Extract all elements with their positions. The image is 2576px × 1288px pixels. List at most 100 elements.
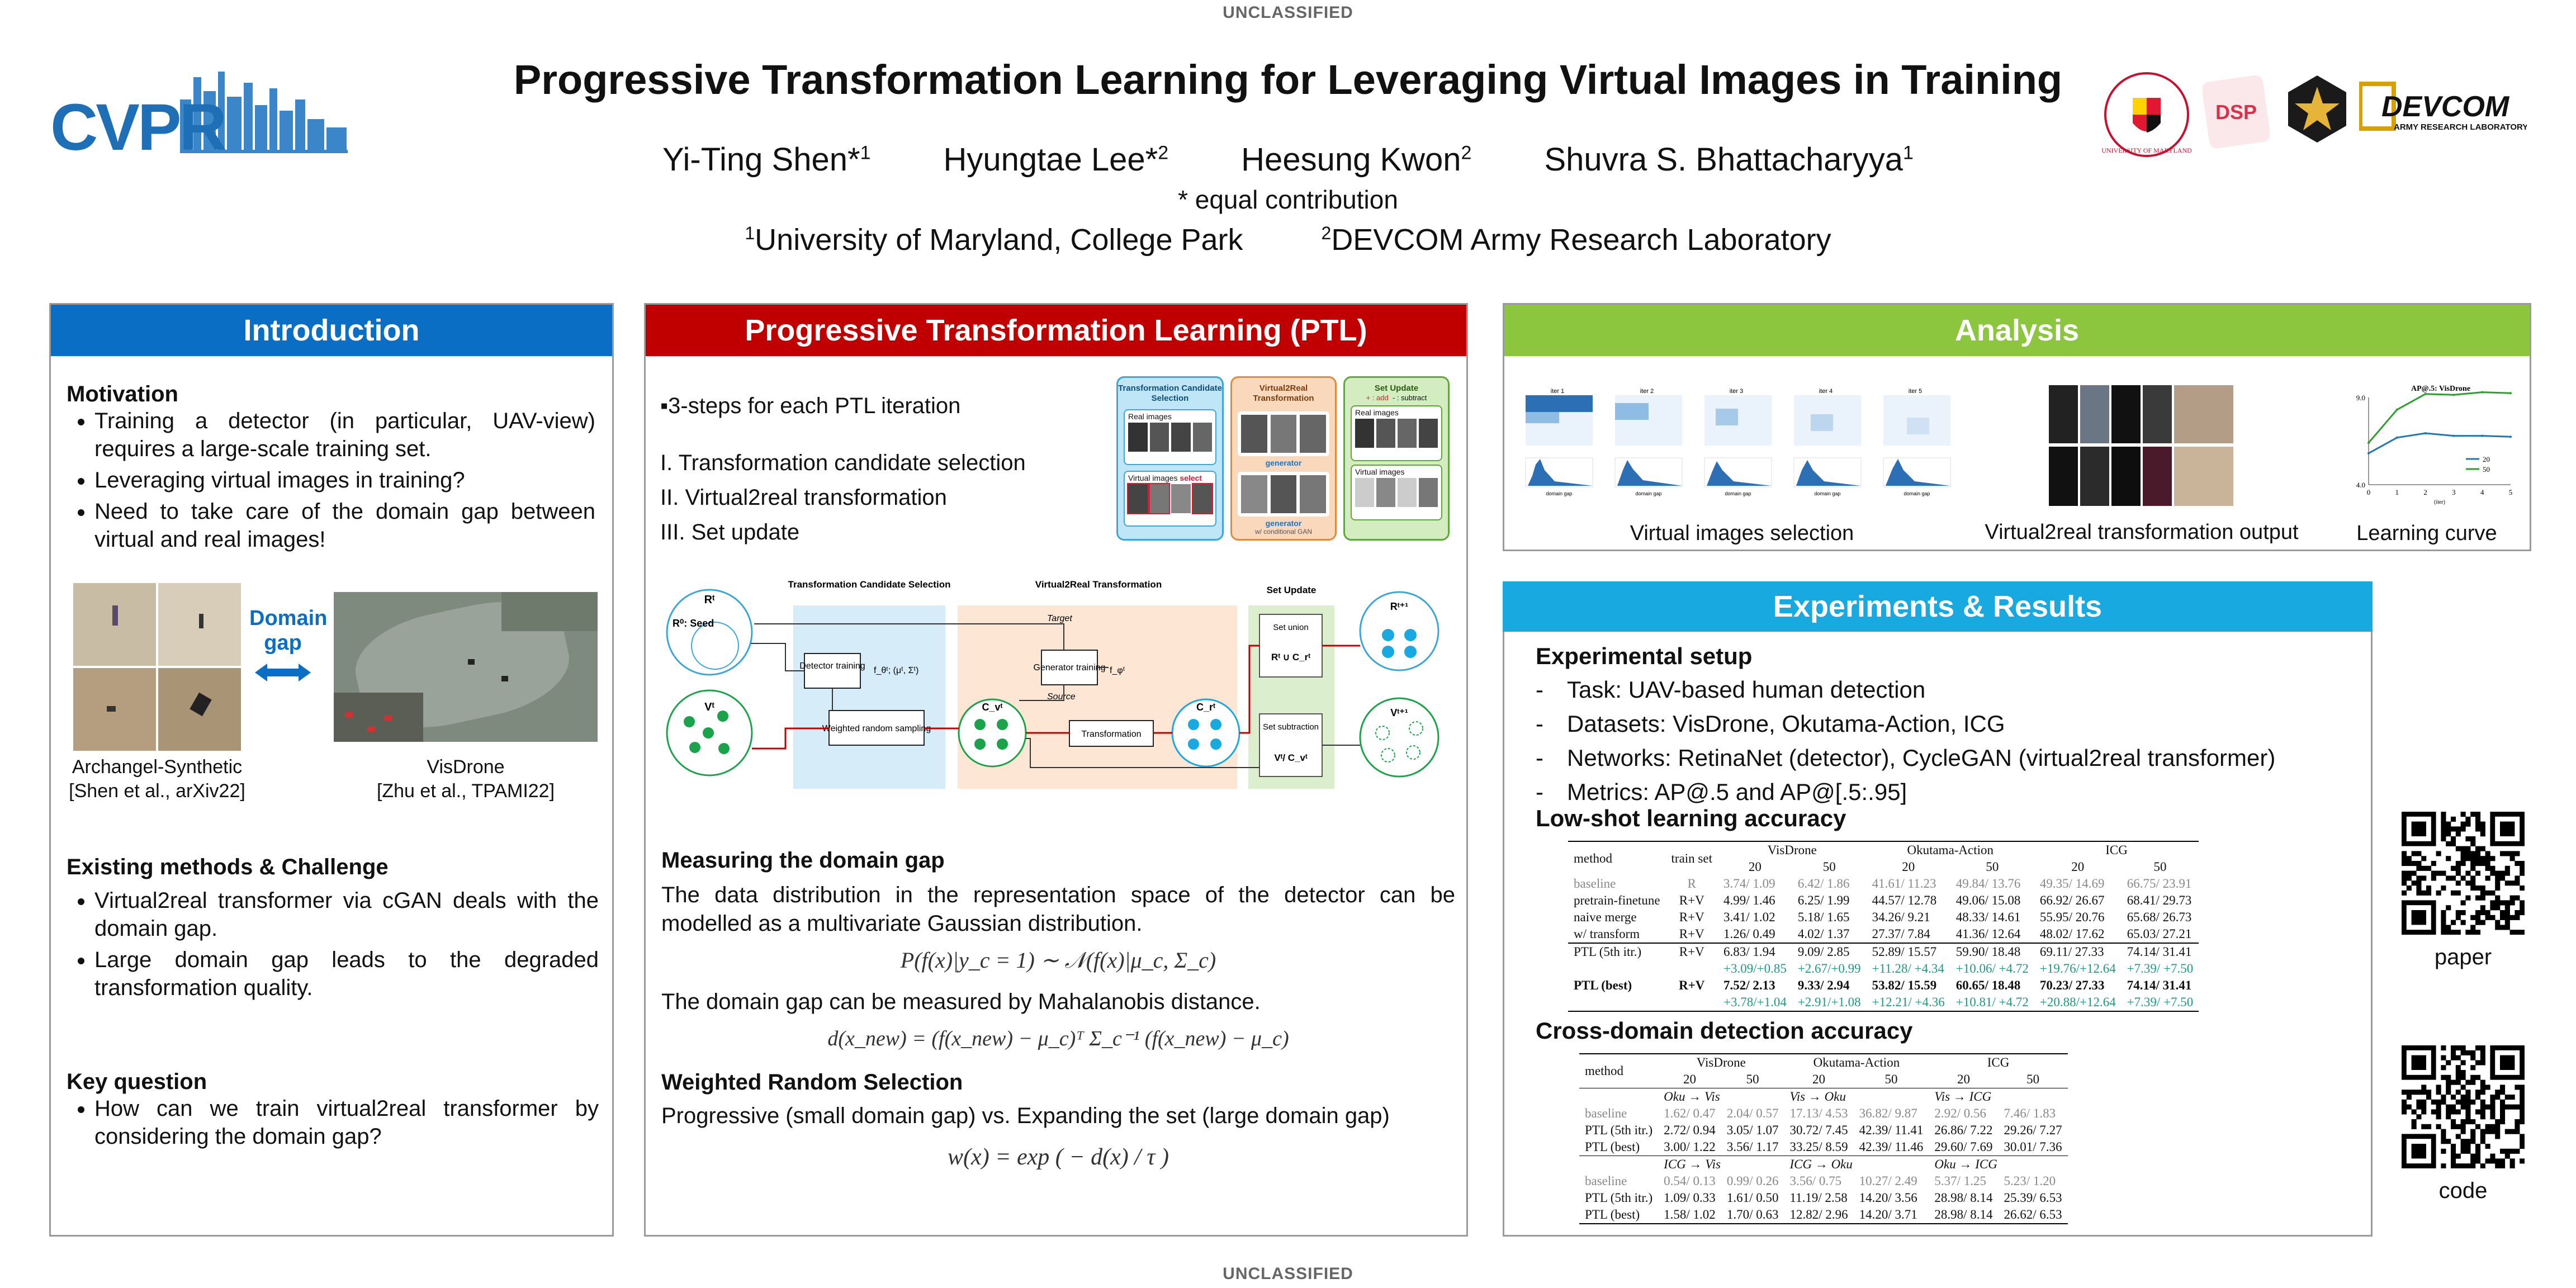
table-row: baseline 1.62/ 0.47 2.04/ 0.57 17.13/ 4.53 3… (1579, 1105, 2068, 1122)
ptl-steps: I. Transformation candidate selection II… (660, 446, 1026, 550)
table-cell: 1.62/ 0.47 (1664, 1106, 1716, 1120)
virtual-images-selection-figure: iter 1 domain gap iter 2 domain gap iter… (1516, 386, 1963, 498)
table-cell: 41.61/ 11.23 (1872, 877, 1936, 891)
table-cell: 29.26/ 7.27 (2004, 1123, 2062, 1137)
existing-title: Existing methods & Challenge (67, 855, 389, 879)
series-line-20 (2368, 432, 2511, 454)
table-cell: 49.84/ 13.76 (1955, 877, 2021, 891)
overview-stage-2: Virtual2Real Transformation generator ge… (1230, 376, 1337, 541)
svg-text:domain gap: domain gap (1814, 491, 1840, 496)
table-cell: 48.33/ 14.61 (1955, 910, 2021, 924)
table-cell: 1.26/ 0.49 (1723, 927, 1775, 941)
selection-heatmap-1: iter 1 domain gap (1516, 386, 1599, 501)
table-row: PTL (5th itr.) 1.09/ 0.33 1.61/ 0.50 11.19/… (1579, 1190, 2068, 1206)
data-point (2395, 408, 2398, 411)
x-tick-label: 0 (2367, 488, 2371, 496)
svg-text:UNIVERSITY OF MARYLAND: UNIVERSITY OF MARYLAND (2102, 146, 2191, 154)
table-cell: 27.37/ 7.84 (1872, 927, 1930, 941)
paper-qr-code[interactable] (2402, 812, 2525, 935)
table-row: pretrain-finetune R+V 4.99/ 1.46 6.25/ 1.99… (1568, 892, 2199, 909)
table-cell: 1.61/ 0.50 (1726, 1191, 1779, 1205)
table-cell: 5.18/ 1.65 (1797, 910, 1850, 924)
table-cell: 74.14/ 31.41 (2121, 943, 2199, 960)
svg-text:Rᵗ ∪ C_rᵗ: Rᵗ ∪ C_rᵗ (1271, 652, 1310, 662)
x-tick-label: 4 (2480, 488, 2484, 496)
table-cell: R+V (1679, 978, 1705, 992)
table-cell: +20.88/+12.64 (2034, 994, 2122, 1012)
legend-label: 20 (2483, 455, 2490, 463)
classification-top: UNCLASSIFIED (1223, 3, 1353, 22)
table-cell: R (1687, 877, 1696, 891)
table-cell: 6.83/ 1.94 (1717, 943, 1792, 960)
svg-text:DSP: DSP (2215, 101, 2257, 124)
table-cell: 1.70/ 0.63 (1721, 1206, 1784, 1224)
legend-label: 50 (2483, 465, 2490, 473)
double-arrow-icon (255, 661, 311, 684)
selection-heatmap-3: iter 3 domain gap (1694, 386, 1778, 501)
table-cell: +10.81/ +4.72 (1950, 994, 2034, 1012)
table-cell: 52.89/ 15.57 (1866, 943, 1950, 960)
table-cell: 5.37/ 1.25 (1934, 1174, 1987, 1188)
table-cell: +11.28/ +4.34 (1872, 962, 1944, 976)
table-cell: +2.67/+0.99 (1797, 962, 1861, 976)
domain-direction-label: ICG → Oku (1784, 1156, 1929, 1173)
table-cell: 65.68/ 26.73 (2127, 910, 2192, 924)
table-cell: 1.09/ 0.33 (1664, 1191, 1716, 1205)
table-row: +3.78/+1.04 +2.91/+1.08 +12.21/ +4.36 +10.8… (1568, 994, 2199, 1012)
svg-text:Generator training: Generator training (1034, 663, 1106, 673)
curve-title: AP@.5: VisDrone (2411, 385, 2470, 393)
table-cell: 41.36/ 12.64 (1955, 927, 2021, 941)
data-point (2481, 434, 2484, 437)
svg-text:domain gap: domain gap (1546, 491, 1572, 496)
table-cell: 12.82/ 2.96 (1784, 1206, 1854, 1224)
archangel-synthetic-image-grid (73, 583, 241, 751)
table-cell: 69.11/ 27.33 (2034, 943, 2122, 960)
data-point (2452, 434, 2455, 437)
stage3-label: Set Update (1267, 585, 1317, 595)
archangel-caption: Archangel-Synthetic [Shen et al., arXiv2… (69, 756, 245, 802)
x-tick-label: 1 (2395, 488, 2399, 496)
svg-text:R⁰: Seed: R⁰: Seed (673, 618, 714, 629)
svg-text:f_θᵗ; (μᵗ, Σᵗ): f_θᵗ; (μᵗ, Σᵗ) (874, 666, 918, 675)
equation-weight: w(x) = exp ( − d(x) / τ ) (948, 1144, 1169, 1171)
data-point (2509, 435, 2512, 438)
step-2: II. Virtual2real transformation (660, 485, 947, 510)
table-cell: baseline (1585, 1106, 1627, 1120)
svg-text:iter 5: iter 5 (1909, 388, 1922, 395)
measuring-section: Measuring the domain gap The data distri… (661, 848, 1455, 1171)
equal-contribution: * equal contribution (1178, 185, 1398, 214)
x-axis-label: (iter) (2434, 499, 2445, 505)
table-cell: +2.91/+1.08 (1792, 994, 1867, 1012)
step-1: I. Transformation candidate selection (660, 451, 1026, 475)
table-cell: 60.65/ 18.48 (1955, 978, 2021, 992)
table-cell: 14.20/ 3.56 (1859, 1191, 1917, 1205)
svg-text:f_φᵗ: f_φᵗ (1110, 666, 1125, 675)
ptl-diagram: Transformation Candidate Selection Virtu… (661, 571, 1461, 789)
table-cell (1665, 994, 1718, 1012)
svg-text:domain gap: domain gap (1903, 491, 1930, 496)
table-cell: naive merge (1574, 910, 1637, 924)
list-item: Datasets: VisDrone, Okutama-Action, ICG (1536, 707, 2363, 741)
table-cell: R+V (1679, 893, 1704, 907)
table-cell: w/ transform (1574, 927, 1640, 941)
list-item: How can we train virtual2real transforme… (94, 1095, 599, 1150)
analysis-caption-transformation: Virtual2real transformation output (1985, 520, 2299, 544)
table-cell: 49.06/ 15.08 (1955, 893, 2021, 907)
learning-curve-chart: AP@.5: VisDrone 9.0 4.0 0 1 2 3 4 5 (iter) 20 50 (2343, 381, 2522, 515)
analysis-caption-selection: Virtual images selection (1630, 522, 1854, 545)
table-cell: 42.39/ 11.46 (1859, 1140, 1924, 1154)
table-cell: 14.20/ 3.71 (1853, 1206, 1929, 1224)
code-qr-code[interactable] (2402, 1045, 2525, 1169)
visdrone-image (334, 592, 598, 742)
table-cell: 36.82/ 9.87 (1859, 1106, 1917, 1120)
measuring-text: The data distribution in the representat… (661, 883, 1455, 936)
table-row: baseline R 3.74/ 1.09 6.42/ 1.86 41.61/ 11.2… (1568, 875, 2199, 892)
table-cell: 53.82/ 15.59 (1872, 978, 1937, 992)
domain-direction-label: ICG → Vis (1658, 1156, 1784, 1173)
list-item: Training a detector (in particular, UAV-… (94, 407, 595, 463)
table-row: PTL (best) 1.58/ 1.02 1.70/ 0.63 12.82/ 2.9… (1579, 1206, 2068, 1224)
table-cell: +19.76/+12.64 (2039, 962, 2116, 976)
table-row: PTL (5th itr.) R+V 6.83/ 1.94 9.09/ 2.85 52.… (1568, 943, 2199, 960)
y-tick-label: 9.0 (2356, 394, 2365, 402)
author-3: Heesung Kwon2 (1241, 141, 1472, 178)
